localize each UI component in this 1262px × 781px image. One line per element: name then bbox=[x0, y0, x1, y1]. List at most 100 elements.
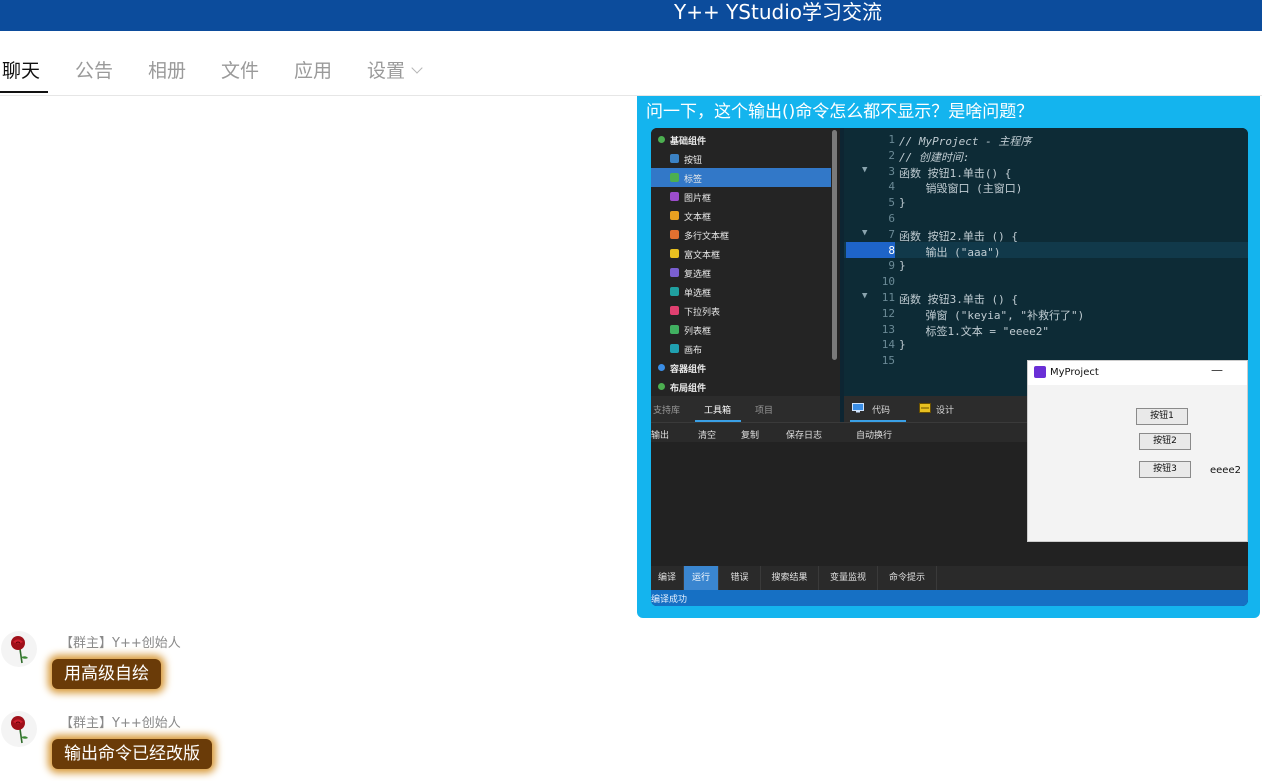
component-icon bbox=[670, 230, 679, 239]
component-icon bbox=[670, 325, 679, 334]
reply-bubble: 输出命令已经改版 bbox=[52, 739, 212, 769]
component-icon bbox=[670, 173, 679, 182]
avatar[interactable] bbox=[1, 711, 37, 747]
running-app-window: MyProject — 按钮1 按钮2 按钮3 eeee2 bbox=[1027, 360, 1248, 542]
code-line: 12 弹窗 ("keyia", "补救行了") bbox=[844, 305, 1248, 322]
app-button-2: 按钮2 bbox=[1139, 433, 1191, 450]
bottom-tab-bar: 编译 运行 错误 搜索结果 变量监视 命令提示 bbox=[651, 566, 1248, 590]
output-title: 输出 bbox=[651, 431, 670, 441]
code-text: } bbox=[899, 338, 906, 352]
line-number: 3 bbox=[888, 164, 895, 178]
line-number: 1 bbox=[888, 133, 895, 146]
tree-item: 画布 bbox=[651, 339, 831, 358]
status-bar: 编译成功 bbox=[651, 590, 1248, 606]
tab-announcements[interactable]: 公告 bbox=[75, 56, 113, 83]
tab-bar: 聊天 公告 相册 文件 应用 设置 bbox=[0, 31, 1262, 96]
tree-item: 文本框 bbox=[651, 206, 831, 225]
line-number: 2 bbox=[888, 148, 895, 162]
line-number: 14 bbox=[881, 338, 895, 352]
app-logo-icon bbox=[1034, 366, 1046, 378]
tree-group: 基础组件 bbox=[651, 130, 831, 149]
component-icon bbox=[670, 306, 679, 315]
component-icon bbox=[670, 268, 679, 277]
design-icon bbox=[919, 403, 931, 416]
component-icon bbox=[670, 249, 679, 258]
avatar[interactable] bbox=[1, 631, 37, 667]
code-line: 7 ▼ 函数 按钮2.单击 () { bbox=[844, 226, 1248, 243]
tree-item-label: 图片框 bbox=[684, 194, 712, 204]
code-line: 11 ▼ 函数 按钮3.单击 () { bbox=[844, 289, 1248, 306]
code-line: 14} bbox=[844, 336, 1248, 352]
tree-group: 容器组件 bbox=[651, 358, 831, 377]
app-window-title: MyProject bbox=[1050, 367, 1099, 378]
tree-tab-bar: 支持库 工具箱 项目 bbox=[651, 396, 840, 422]
tree-item-label: 多行文本框 bbox=[684, 232, 730, 242]
code-line: 9} bbox=[844, 257, 1248, 273]
tree-item-label: 文本框 bbox=[684, 213, 712, 223]
tree-item-label: 基础组件 bbox=[670, 137, 707, 147]
tree-item: 标签 bbox=[651, 168, 831, 187]
chevron-down-icon bbox=[411, 62, 423, 74]
reply-bubble: 用高级自绘 bbox=[52, 659, 161, 689]
tree-item: 按钮 bbox=[651, 149, 831, 168]
code-line: 8 输出 ("aaa") bbox=[844, 241, 1248, 259]
tree-item: 富文本框 bbox=[651, 244, 831, 263]
output-clear-button: 清空 bbox=[698, 431, 717, 441]
app-window-header: MyProject — bbox=[1028, 361, 1247, 385]
tree-item-label: 单选框 bbox=[684, 289, 712, 299]
code-editor: 1// MyProject - 主程序 2// 创建时间: 3 ▼ 函数 按钮1.单击(… bbox=[844, 128, 1248, 396]
line-number: 10 bbox=[881, 275, 895, 289]
tree-item-label: 画布 bbox=[684, 346, 703, 356]
code-line: 1// MyProject - 主程序 bbox=[844, 131, 1248, 148]
tree-item: 复选框 bbox=[651, 263, 831, 282]
fold-arrow-icon: ▼ bbox=[862, 291, 868, 301]
ide-screenshot[interactable]: 基础组件按钮标签图片框文本框多行文本框富文本框复选框单选框下拉列表列表框画布容器… bbox=[651, 128, 1248, 606]
code-line: 6 bbox=[844, 210, 1248, 226]
sender-name: 【群主】Y++创始人 bbox=[60, 636, 181, 651]
bottom-tab-watch: 变量监视 bbox=[819, 566, 878, 590]
tree-item-label: 列表框 bbox=[684, 327, 712, 337]
tree-item-label: 布局组件 bbox=[670, 384, 707, 394]
code-text: } bbox=[899, 259, 906, 273]
code-line: 10 bbox=[844, 273, 1248, 289]
minimize-icon: — bbox=[1211, 363, 1223, 377]
app-label: eeee2 bbox=[1210, 465, 1241, 476]
line-number: 7 bbox=[888, 227, 895, 241]
tree-item: 图片框 bbox=[651, 187, 831, 206]
tree-item-label: 复选框 bbox=[684, 270, 712, 280]
component-tree: 基础组件按钮标签图片框文本框多行文本框富文本框复选框单选框下拉列表列表框画布容器… bbox=[651, 128, 840, 396]
tab-files[interactable]: 文件 bbox=[221, 56, 259, 83]
component-icon bbox=[670, 154, 679, 163]
code-line: 5} bbox=[844, 194, 1248, 210]
tree-item-label: 标签 bbox=[684, 175, 703, 185]
tree-item-label: 按钮 bbox=[684, 156, 703, 166]
app-button-3: 按钮3 bbox=[1139, 461, 1191, 478]
window-titlebar: Y++ YStudio学习交流 bbox=[0, 0, 1262, 31]
output-copy-button: 复制 bbox=[741, 431, 760, 441]
tab-album[interactable]: 相册 bbox=[148, 56, 186, 83]
tree-item-label: 容器组件 bbox=[670, 365, 707, 375]
tree-item: 下拉列表 bbox=[651, 301, 831, 320]
output-save-log-button: 保存日志 bbox=[786, 431, 823, 441]
rose-icon bbox=[11, 636, 28, 664]
tree-item-label: 富文本框 bbox=[684, 251, 721, 261]
bottom-tab-search: 搜索结果 bbox=[761, 566, 819, 590]
group-dot-icon bbox=[658, 364, 665, 371]
tab-chat[interactable]: 聊天 bbox=[2, 56, 40, 83]
editor-tab-code: 代码 bbox=[872, 406, 891, 416]
tab-settings[interactable]: 设置 bbox=[367, 56, 423, 83]
tree-scrollbar bbox=[832, 130, 837, 360]
app-button-1: 按钮1 bbox=[1136, 408, 1188, 425]
status-text: 编译成功 bbox=[651, 595, 688, 605]
group-dot-icon bbox=[658, 136, 665, 143]
code-text: } bbox=[899, 196, 906, 210]
line-number: 11 bbox=[881, 291, 895, 304]
tree-item: 单选框 bbox=[651, 282, 831, 301]
fold-arrow-icon: ▼ bbox=[862, 227, 868, 238]
tab-settings-label: 设置 bbox=[367, 60, 406, 82]
message-reply-2: 【群主】Y++创始人 输出命令已经改版 bbox=[0, 711, 600, 781]
bottom-tab-compile: 编译 bbox=[651, 566, 684, 590]
active-tab-indicator bbox=[0, 91, 48, 93]
tab-apps[interactable]: 应用 bbox=[294, 56, 332, 83]
tree-item: 多行文本框 bbox=[651, 225, 831, 244]
